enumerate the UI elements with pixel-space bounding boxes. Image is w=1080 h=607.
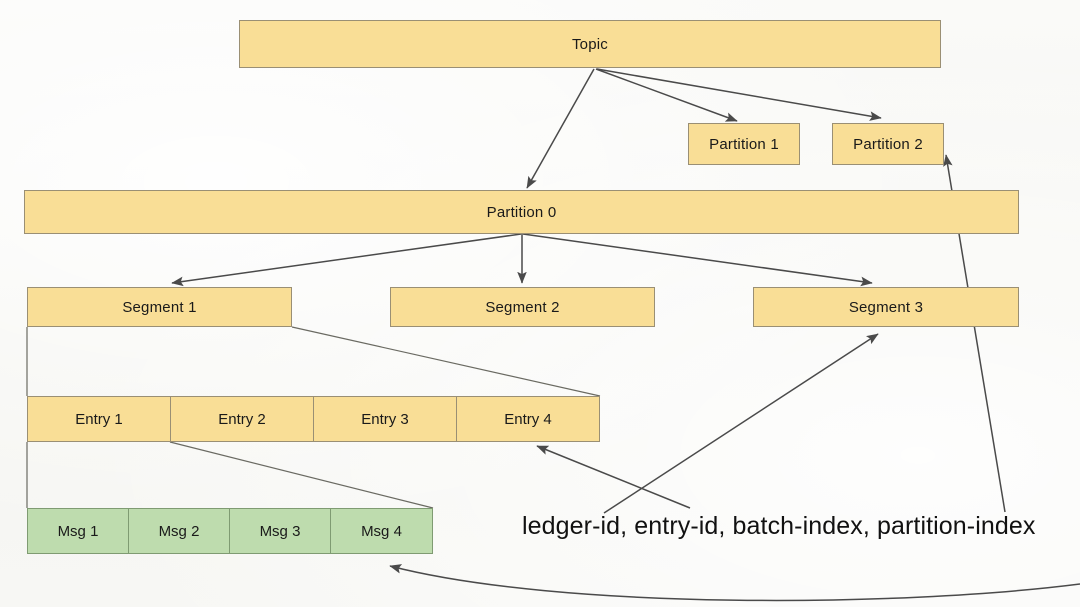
msg-1-cell[interactable]: Msg 1 [28, 509, 129, 553]
partition-1-node[interactable]: Partition 1 [688, 123, 800, 165]
segment-1-node[interactable]: Segment 1 [27, 287, 292, 327]
msg-2-label: Msg 2 [158, 522, 200, 540]
msg-3-label: Msg 3 [259, 522, 301, 540]
entry-3-label: Entry 3 [361, 410, 409, 428]
msg-4-label: Msg 4 [361, 522, 402, 540]
msg-1-label: Msg 1 [57, 522, 99, 540]
entry-strip: Entry 1 Entry 2 Entry 3 Entry 4 [27, 396, 600, 442]
edge-topic-to-partition1 [595, 68, 738, 122]
edge-segment1-expand-right [291, 326, 601, 397]
topic-label: Topic [571, 35, 609, 53]
partition-0-node[interactable]: Partition 0 [24, 190, 1019, 234]
entry-4-cell[interactable]: Entry 4 [457, 397, 599, 441]
message-strip: Msg 1 Msg 2 Msg 3 Msg 4 [27, 508, 433, 554]
edge-topic-to-partition2 [596, 68, 882, 121]
edge-entry1-expand-right [169, 441, 434, 509]
edge-partition0-to-segment3 [522, 233, 873, 287]
partition-0-label: Partition 0 [486, 203, 557, 221]
partition-1-label: Partition 1 [709, 135, 779, 153]
topic-node[interactable]: Topic [239, 20, 941, 68]
partition-2-node[interactable]: Partition 2 [832, 123, 944, 165]
entry-1-cell[interactable]: Entry 1 [28, 397, 171, 441]
segment-3-node[interactable]: Segment 3 [753, 287, 1019, 327]
edge-caption-to-msg4 [389, 564, 1080, 602]
msg-2-cell[interactable]: Msg 2 [129, 509, 230, 553]
segment-2-node[interactable]: Segment 2 [390, 287, 655, 327]
message-id-caption: ledger-id, entry-id, batch-index, partit… [522, 512, 1036, 540]
diagram-canvas: Topic Partition 1 Partition 2 Partition … [0, 0, 1080, 607]
edge-caption-to-entry4 [536, 445, 691, 509]
edge-partition0-to-segment1 [171, 233, 522, 287]
segment-3-label: Segment 3 [848, 298, 924, 316]
entry-2-cell[interactable]: Entry 2 [171, 397, 314, 441]
segment-1-label: Segment 1 [122, 298, 197, 316]
entry-3-cell[interactable]: Entry 3 [314, 397, 457, 441]
partition-2-label: Partition 2 [853, 135, 923, 153]
entry-4-label: Entry 4 [504, 410, 552, 428]
entry-1-label: Entry 1 [75, 410, 123, 428]
edge-caption-to-segment3 [603, 333, 879, 514]
segment-2-label: Segment 2 [485, 298, 560, 316]
entry-2-label: Entry 2 [218, 410, 266, 428]
msg-4-cell[interactable]: Msg 4 [331, 509, 432, 553]
edge-topic-to-partition0 [526, 68, 595, 189]
msg-3-cell[interactable]: Msg 3 [230, 509, 331, 553]
